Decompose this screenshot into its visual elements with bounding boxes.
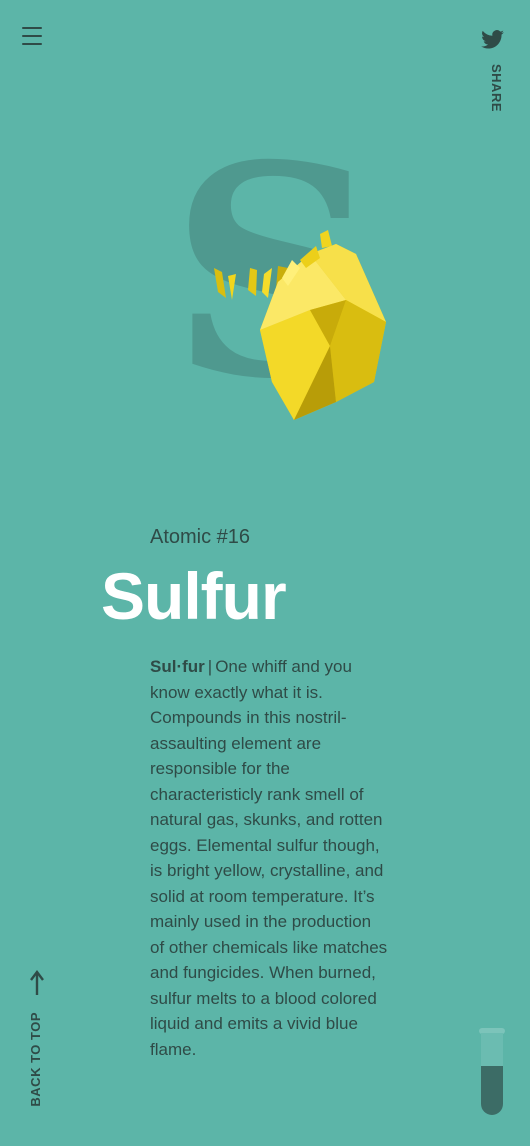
separator: | (207, 657, 213, 676)
back-to-top-button[interactable]: BACK TO TOP (26, 970, 48, 1115)
twitter-icon[interactable] (481, 30, 504, 49)
description-text: One whiff and you know exactly what it i… (150, 657, 388, 1059)
element-name: Sulfur (101, 559, 287, 633)
share-link[interactable]: SHARE (489, 64, 504, 112)
arrow-up-icon (30, 970, 44, 995)
test-tube-icon (479, 1028, 505, 1116)
hamburger-menu-icon[interactable] (22, 27, 42, 47)
page: SHARE S Atomic #16 Sulfur Sul·fur | One wh… (0, 0, 530, 1146)
back-to-top-label: BACK TO TOP (28, 1012, 43, 1107)
sulfur-crystal-image (214, 230, 386, 420)
pronunciation: Sul·fur (150, 657, 205, 676)
test-tube-fill (481, 1065, 503, 1115)
atomic-number: Atomic #16 (150, 526, 251, 548)
hero-illustration: S (160, 128, 410, 440)
test-tube-body (481, 1033, 503, 1115)
element-description: Sul·fur | One whiff and you know exactly w… (150, 654, 388, 1062)
